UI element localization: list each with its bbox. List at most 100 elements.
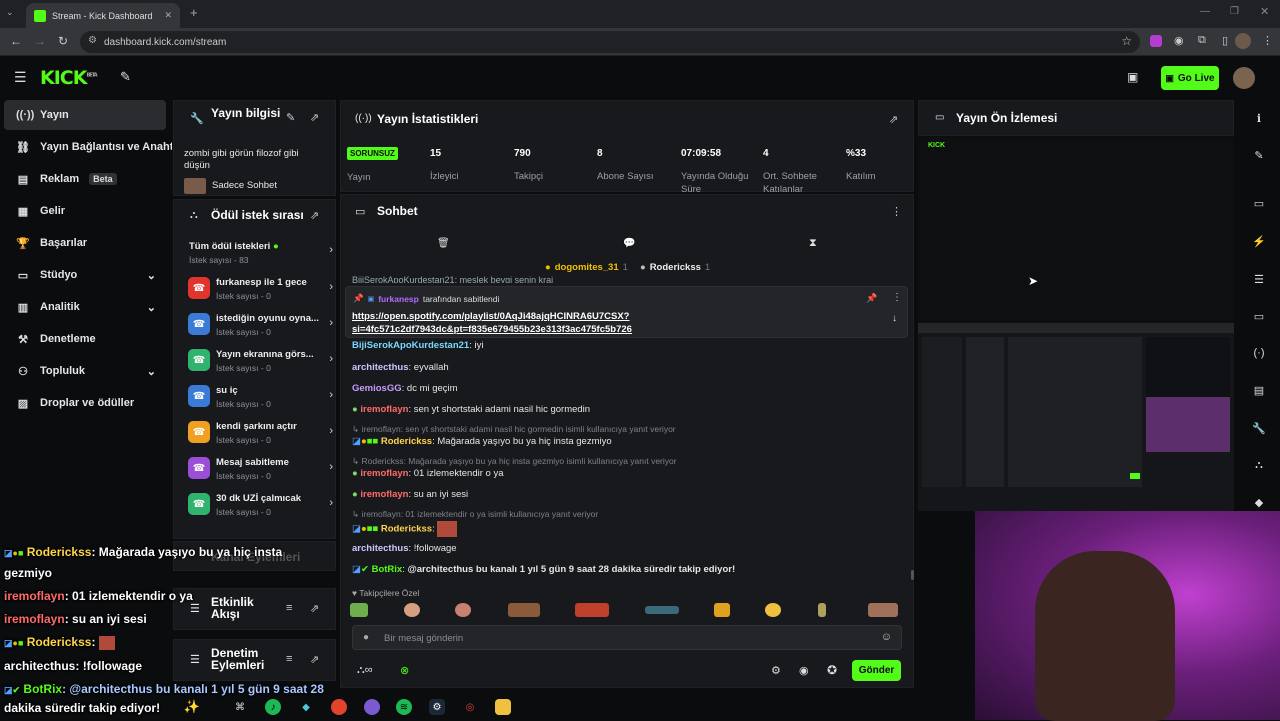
emote-button[interactable] (508, 603, 540, 617)
wrench-widget-icon[interactable]: 🔧 (1246, 415, 1272, 441)
chat-username[interactable]: architecthus (352, 543, 409, 554)
all-rewards-item[interactable]: Tüm ödül istekleri ● İstek sayısı - 83 › (188, 238, 333, 270)
chat-username[interactable]: Roderickss (381, 524, 432, 535)
chat-username[interactable]: BotRix (372, 564, 403, 575)
browser-menu-icon[interactable]: ⋮ (1262, 34, 1273, 47)
collapse-pin-icon[interactable]: ↓ (892, 313, 897, 324)
hamburger-menu-icon[interactable]: ☰ (14, 69, 27, 86)
popout-icon[interactable]: ⇗ (310, 653, 319, 666)
back-icon[interactable]: ← (10, 34, 22, 48)
reply-context[interactable]: ↳ iremoflayn: 01 izlemektendir o ya isim… (352, 509, 598, 520)
emote-button[interactable] (645, 606, 679, 614)
popout-icon[interactable]: ⇗ (889, 113, 898, 126)
steam-icon[interactable]: ⚙ (429, 699, 445, 715)
app-4-icon[interactable]: ◎ (462, 699, 478, 715)
kick-logo[interactable]: KICKBETA (40, 67, 98, 89)
profile-avatar[interactable] (1235, 33, 1251, 49)
extension-icon[interactable] (1150, 35, 1162, 47)
reply-context[interactable]: ↳ Roderickss: Mağarada yaşıyo bu ya hiç … (352, 456, 677, 467)
sidebar-item-stream-key[interactable]: ⛓ Yayın Bağlantısı ve Anahtarı (4, 132, 172, 162)
browser-tab[interactable]: Stream - Kick Dashboard ✕ (26, 3, 180, 28)
pinned-link[interactable]: https://open.spotify.com/playlist/0AqJi4… (352, 310, 632, 336)
pinned-options-icon[interactable]: ⋮ (892, 292, 902, 303)
edit-pencil-icon[interactable]: ✎ (286, 111, 295, 124)
chat-widget-icon[interactable]: ▭ (1246, 303, 1272, 329)
chat-scrollbar[interactable] (911, 570, 914, 580)
emote-button[interactable] (404, 603, 420, 617)
emote-button[interactable] (818, 603, 826, 617)
stream-preview-video[interactable] (918, 323, 1234, 511)
chat-username[interactable]: Roderickss (381, 436, 432, 447)
maximize-icon[interactable]: ❐ (1230, 6, 1239, 17)
filter-icon[interactable]: ≡ (286, 653, 292, 665)
settings-gear-icon[interactable]: ⚙ (771, 664, 781, 677)
chat-username[interactable]: architecthus (352, 362, 409, 373)
edit-icon[interactable]: ✎ (1246, 142, 1272, 168)
emote-button[interactable] (575, 603, 609, 617)
chat-bubble-icon[interactable]: 💬 (623, 238, 635, 249)
app-icon[interactable]: ♪ (265, 699, 281, 715)
close-window-icon[interactable]: ✕ (1260, 5, 1269, 18)
chat-username[interactable]: iremoflayn (360, 468, 408, 479)
chat-users-icon[interactable]: ◉ (799, 664, 809, 677)
chat-username[interactable]: GemiosGG (352, 383, 402, 394)
chat-username[interactable]: iremoflayn (360, 489, 408, 500)
site-info-icon[interactable]: ⚙ (88, 35, 97, 46)
sidebar-item-studyo[interactable]: ▭ Stüdyo ⌄ (4, 260, 166, 290)
sidebar-item-droplar[interactable]: ▨ Droplar ve ödüller (4, 388, 166, 418)
gem-widget-icon[interactable]: ◆ (1246, 489, 1272, 515)
extensions-puzzle-icon[interactable]: ⧉ (1198, 34, 1206, 47)
popout-icon[interactable]: ⇗ (310, 602, 319, 615)
gift-sub-icon[interactable]: ✪ (827, 663, 837, 677)
emoji-picker-icon[interactable]: ☺ (881, 631, 892, 643)
go-live-button[interactable]: ▣ Go Live (1161, 66, 1219, 90)
extension-2-icon[interactable]: ◉ (1174, 34, 1184, 47)
pinned-by-user[interactable]: furkanesp (378, 294, 419, 304)
points-infinity-icon[interactable]: ⛬∞ (357, 664, 373, 677)
bookmark-star-icon[interactable]: ☆ (1121, 34, 1132, 48)
send-button[interactable]: Gönder (852, 660, 901, 681)
new-tab-icon[interactable]: + (190, 5, 198, 20)
sidebar-item-denetleme[interactable]: ⚒ Denetleme (4, 324, 166, 354)
chat-username[interactable]: BijiSerokApoKurdestan21 (352, 340, 469, 351)
info-icon[interactable]: ℹ (1246, 105, 1272, 131)
sidebar-item-yayin[interactable]: ((·)) Yayın (4, 100, 166, 130)
reward-item[interactable]: ☎ kendi şarkını açtır İstek sayısı - 0 › (188, 419, 333, 451)
emote-button[interactable] (350, 603, 368, 617)
chat-username[interactable]: iremoflayn (360, 404, 408, 415)
user-avatar[interactable] (1233, 67, 1255, 89)
sidebar-item-gelir[interactable]: ▦ Gelir (4, 196, 166, 226)
reward-item[interactable]: ☎ furkanesp ile 1 gece İstek sayısı - 0 › (188, 275, 333, 307)
top-chatter-name[interactable]: Roderickss (650, 262, 701, 273)
close-tab-icon[interactable]: ✕ (164, 10, 172, 21)
trash-icon[interactable]: 🗑 (437, 238, 450, 249)
kick-points-icon[interactable]: ⊗ (400, 664, 409, 677)
spotify-icon[interactable]: ≋ (396, 699, 412, 715)
tools-icon[interactable]: ✎ (120, 69, 131, 85)
reply-context[interactable]: ↳ iremoflayn: sen yt shortstaki adami na… (352, 424, 676, 435)
emote-button[interactable] (455, 603, 471, 617)
unpin-icon[interactable]: 📌 (866, 293, 877, 304)
top-chatter-name[interactable]: dogomites_31 (555, 262, 619, 273)
app-2-icon[interactable]: ◆ (298, 699, 314, 715)
tab-list-icon[interactable]: ⌄ (6, 7, 14, 18)
rewards-widget-icon[interactable]: ⛬ (1246, 452, 1272, 478)
preview-widget-icon[interactable]: ▭ (1246, 190, 1272, 216)
chrome-icon[interactable] (331, 699, 347, 715)
broadcast-widget-icon[interactable]: (·) (1246, 340, 1272, 366)
reward-item[interactable]: ☎ su iç İstek sayısı - 0 › (188, 383, 333, 415)
reward-item[interactable]: ☎ 30 dk UZİ çalmıcak İstek sayısı - 0 › (188, 491, 333, 523)
reload-icon[interactable]: ↻ (58, 34, 68, 48)
emote-button[interactable] (765, 603, 781, 617)
file-explorer-icon[interactable] (495, 699, 511, 715)
stats-widget-icon[interactable]: ▤ (1246, 377, 1272, 403)
reward-item[interactable]: ☎ istediğin oyunu oyna... İstek sayısı - 0… (188, 311, 333, 343)
popout-icon[interactable]: ⇗ (310, 111, 319, 124)
filter-icon[interactable]: ≡ (286, 602, 292, 614)
sidepanel-icon[interactable]: ▯ (1222, 34, 1228, 47)
sidebar-item-basarilar[interactable]: 🏆 Başarılar (4, 228, 166, 258)
emote-button[interactable] (714, 603, 730, 617)
url-field[interactable]: ⚙ dashboard.kick.com/stream ☆ (80, 31, 1140, 53)
forward-icon[interactable]: → (34, 34, 46, 48)
chat-input[interactable]: ● Bir mesaj gönderin ☺ (352, 625, 902, 650)
